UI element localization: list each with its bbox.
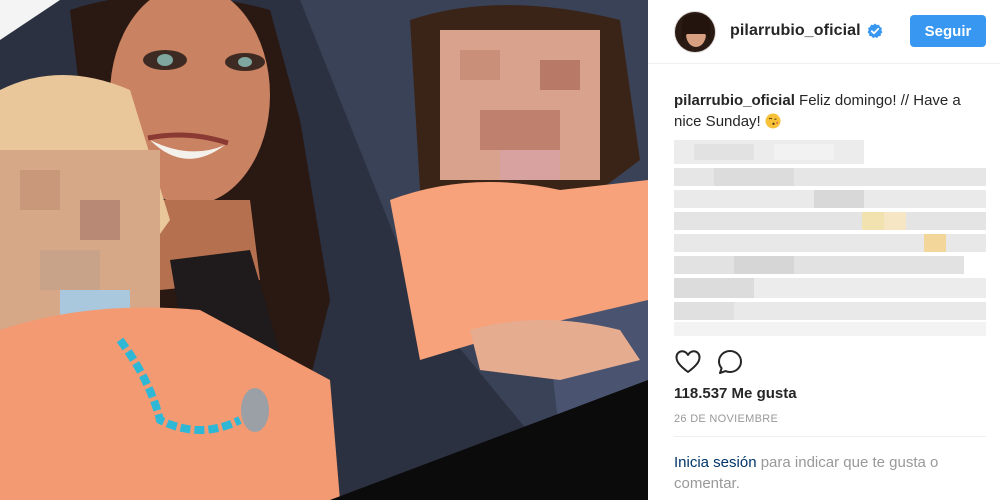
divider: [674, 436, 986, 437]
avatar[interactable]: [674, 11, 716, 53]
kissing-face-emoji-icon: [765, 113, 781, 129]
follow-button[interactable]: Seguir: [910, 15, 986, 47]
post-sidebar: pilarrubio_oficial Seguir pilarrubio_ofi…: [648, 0, 1000, 500]
photo-illustration: [0, 0, 648, 500]
post-header: pilarrubio_oficial Seguir: [648, 0, 1000, 64]
post-actions: [674, 348, 774, 376]
login-link[interactable]: Inicia sesión: [674, 454, 757, 471]
verified-badge-icon: [867, 23, 883, 39]
post-photo[interactable]: [0, 0, 648, 500]
header-username[interactable]: pilarrubio_oficial: [730, 22, 861, 40]
comment-icon[interactable]: [716, 348, 744, 376]
heart-icon[interactable]: [674, 348, 702, 376]
avatar-image: [675, 12, 715, 52]
post-date[interactable]: 26 DE NOVIEMBRE: [674, 413, 778, 425]
comments-pixelated: [674, 140, 986, 336]
post-caption: pilarrubio_oficial Feliz domingo! // Hav…: [674, 90, 992, 132]
likes-count[interactable]: 118.537 Me gusta: [674, 385, 797, 402]
caption-username[interactable]: pilarrubio_oficial: [674, 92, 795, 109]
login-prompt: Inicia sesión para indicar que te gusta …: [674, 452, 974, 494]
